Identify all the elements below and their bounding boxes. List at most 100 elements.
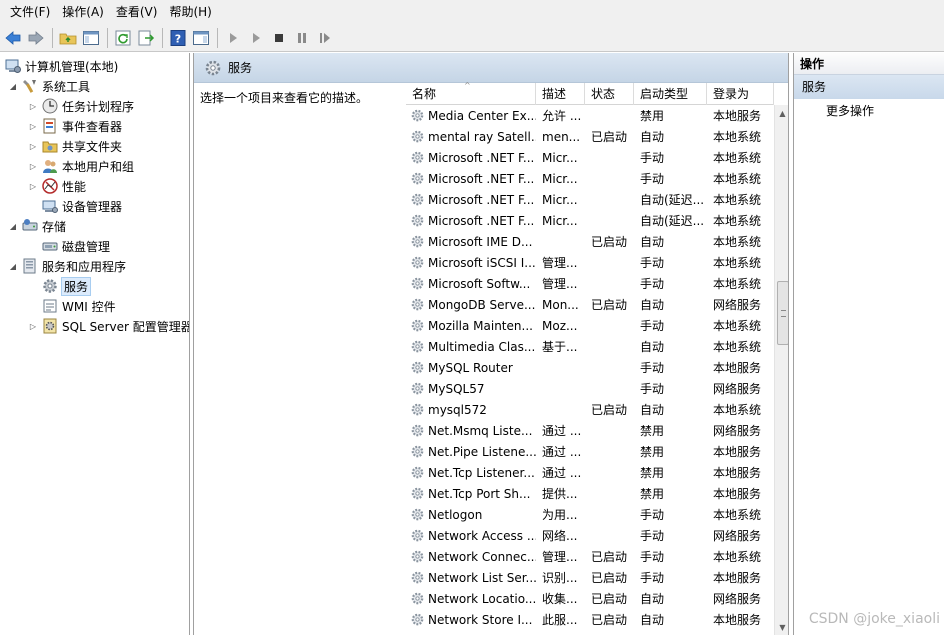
collapse-arrow-icon[interactable]: ◢ xyxy=(8,221,18,231)
service-description: 收集... xyxy=(542,592,578,606)
menu-action[interactable]: 操作(A) xyxy=(56,0,110,24)
service-row[interactable]: Mozilla Mainten... Moz... 手动 本地系统 xyxy=(406,315,774,336)
service-row[interactable]: Microsoft .NET F... Micr... 自动(延迟... 本地系统 xyxy=(406,189,774,210)
tree-item-services[interactable]: 服务 xyxy=(41,276,92,296)
tree-item-performance[interactable]: ▷ 性能 xyxy=(28,176,86,196)
tree-item-local-users[interactable]: ▷ 本地用户和组 xyxy=(28,156,134,176)
service-description: Micr... xyxy=(542,192,578,207)
users-icon xyxy=(41,158,58,175)
back-icon[interactable] xyxy=(2,27,24,49)
more-actions-link[interactable]: 更多操作 xyxy=(794,99,944,123)
tree-item-sql-server-config[interactable]: ▷ SQL Server 配置管理器 xyxy=(28,316,189,336)
service-row[interactable]: Microsoft iSCSI I... 管理... 手动 本地系统 xyxy=(406,252,774,273)
column-header-startup-type[interactable]: 启动类型 xyxy=(634,83,707,105)
expand-arrow-icon[interactable]: ▷ xyxy=(28,101,38,111)
service-row[interactable]: Net.Tcp Port Sh... 提供... 禁用 本地服务 xyxy=(406,483,774,504)
actions-section-services[interactable]: 服务 xyxy=(794,75,944,99)
show-hide-action-pane-icon[interactable] xyxy=(190,27,212,49)
toolbar-separator xyxy=(217,27,218,48)
actions-title: 操作 xyxy=(794,53,944,75)
tree-item-services-and-applications[interactable]: ◢ 服务和应用程序 xyxy=(8,256,126,276)
column-header-name[interactable]: 名称 ^ xyxy=(406,81,536,105)
column-header-state[interactable]: 状态 xyxy=(585,83,634,105)
tree-item-task-scheduler[interactable]: ▷ 任务计划程序 xyxy=(28,96,134,116)
tree-item-computer-management[interactable]: 计算机管理(本地) xyxy=(4,56,118,76)
service-gear-icon xyxy=(411,277,424,290)
service-name-cell: Microsoft .NET F... xyxy=(406,150,536,165)
shared-folder-icon xyxy=(41,138,58,155)
tree-item-disk-management[interactable]: 磁盘管理 xyxy=(41,236,110,256)
column-header-logon-as[interactable]: 登录为 xyxy=(707,83,774,105)
service-row[interactable]: Microsoft IME D... 已启动 自动 本地系统 xyxy=(406,231,774,252)
menu-help[interactable]: 帮助(H) xyxy=(163,0,217,24)
service-startup-type: 自动 xyxy=(640,592,665,606)
service-name: Net.Tcp Port Sh... xyxy=(428,486,531,501)
vertical-scrollbar[interactable]: ▲ ▼ xyxy=(774,105,788,635)
service-row[interactable]: Network Connec... 管理... 已启动 手动 本地系统 xyxy=(406,546,774,567)
expand-arrow-icon[interactable]: ▷ xyxy=(28,161,38,171)
expand-arrow-icon[interactable]: ▷ xyxy=(28,121,38,131)
service-name: Media Center Ex... xyxy=(428,108,536,123)
help-icon[interactable]: ? xyxy=(167,27,189,49)
pause-service-icon[interactable] xyxy=(291,27,313,49)
service-row[interactable]: Media Center Ex... 允许 ... 禁用 本地服务 xyxy=(406,105,774,126)
start-service-alt-icon[interactable] xyxy=(245,27,267,49)
service-row[interactable]: Microsoft .NET F... Micr... 手动 本地系统 xyxy=(406,168,774,189)
tree-item-system-tools[interactable]: ◢ 系统工具 xyxy=(8,76,90,96)
collapse-arrow-icon[interactable]: ◢ xyxy=(8,261,18,271)
up-folder-icon[interactable] xyxy=(57,27,79,49)
services-pane-header: 服务 xyxy=(194,53,788,83)
service-row[interactable]: Network Store I... 此服... 已启动 自动 本地服务 xyxy=(406,609,774,630)
service-row[interactable]: Network Locatio... 收集... 已启动 自动 网络服务 xyxy=(406,588,774,609)
tree-item-storage[interactable]: ◢ 存储 xyxy=(8,216,66,236)
service-gear-icon xyxy=(411,193,424,206)
tree-item-wmi-control[interactable]: WMI 控件 xyxy=(41,296,116,316)
expand-arrow-icon[interactable]: ▷ xyxy=(28,181,38,191)
service-name: Microsoft IME D... xyxy=(428,234,533,249)
service-row[interactable]: Net.Tcp Listener... 通过 ... 禁用 本地服务 xyxy=(406,462,774,483)
start-service-icon[interactable] xyxy=(222,27,244,49)
service-row[interactable]: Microsoft Softw... 管理... 手动 本地系统 xyxy=(406,273,774,294)
service-name-cell: Microsoft .NET F... xyxy=(406,192,536,207)
service-name-cell: MySQL57 xyxy=(406,381,536,396)
service-name-cell: Multimedia Clas... xyxy=(406,339,536,354)
tree-item-device-manager[interactable]: 设备管理器 xyxy=(41,196,122,216)
restart-service-icon[interactable] xyxy=(314,27,336,49)
menu-file[interactable]: 文件(F) xyxy=(4,0,56,24)
service-row[interactable]: MySQL Router 手动 本地服务 xyxy=(406,357,774,378)
service-row[interactable]: MySQL57 手动 网络服务 xyxy=(406,378,774,399)
service-row[interactable]: mysql572 已启动 自动 本地系统 xyxy=(406,399,774,420)
service-row[interactable]: Net.Msmq Liste... 通过 ... 禁用 网络服务 xyxy=(406,420,774,441)
collapse-arrow-icon[interactable]: ◢ xyxy=(8,81,18,91)
service-name: Network Connec... xyxy=(428,549,536,564)
watermark: CSDN @joke_xiaoli xyxy=(808,611,940,627)
service-description: 通过 ... xyxy=(542,445,582,459)
service-name: mysql572 xyxy=(428,402,487,417)
service-row[interactable]: Microsoft .NET F... Micr... 手动 本地系统 xyxy=(406,147,774,168)
expand-arrow-icon[interactable]: ▷ xyxy=(28,141,38,151)
service-logon-as: 本地系统 xyxy=(713,151,762,165)
stop-service-icon[interactable] xyxy=(268,27,290,49)
scroll-down-arrow-icon[interactable]: ▼ xyxy=(775,619,788,635)
service-gear-icon xyxy=(411,298,424,311)
service-row[interactable]: Multimedia Clas... 基于... 自动 本地系统 xyxy=(406,336,774,357)
service-row[interactable]: Netlogon 为用... 手动 本地系统 xyxy=(406,504,774,525)
service-row[interactable]: Network List Ser... 识别... 已启动 手动 本地服务 xyxy=(406,567,774,588)
tree-item-shared-folders[interactable]: ▷ 共享文件夹 xyxy=(28,136,122,156)
service-row[interactable]: mental ray Satell... men... 已启动 自动 本地系统 xyxy=(406,126,774,147)
show-hide-tree-icon[interactable] xyxy=(80,27,102,49)
service-row[interactable]: Network Access ... 网络... 手动 网络服务 xyxy=(406,525,774,546)
scroll-up-arrow-icon[interactable]: ▲ xyxy=(775,105,788,121)
refresh-icon[interactable] xyxy=(112,27,134,49)
menu-view[interactable]: 查看(V) xyxy=(110,0,164,24)
scroll-thumb[interactable] xyxy=(777,281,788,345)
export-list-icon[interactable] xyxy=(135,27,157,49)
service-row[interactable]: Net.Pipe Listene... 通过 ... 禁用 本地服务 xyxy=(406,441,774,462)
expand-arrow-icon[interactable]: ▷ xyxy=(28,321,38,331)
service-row[interactable]: Microsoft .NET F... Micr... 自动(延迟... 本地系统 xyxy=(406,210,774,231)
service-row[interactable]: MongoDB Serve... Mon... 已启动 自动 网络服务 xyxy=(406,294,774,315)
description-prompt: 选择一个项目来查看它的描述。 xyxy=(200,91,369,105)
tree-item-event-viewer[interactable]: ▷ 事件查看器 xyxy=(28,116,122,136)
column-header-description[interactable]: 描述 xyxy=(536,83,585,105)
forward-icon[interactable] xyxy=(25,27,47,49)
